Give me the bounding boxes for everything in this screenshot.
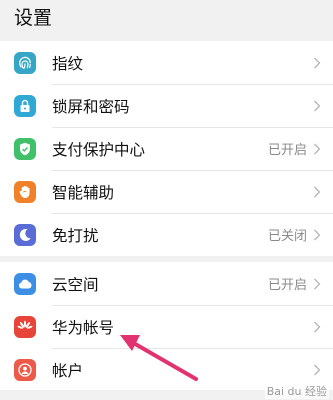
annotation-arrow-icon	[120, 335, 198, 381]
status-text: 已开启	[267, 143, 307, 158]
chevron-right-icon	[314, 186, 321, 197]
shield-check-icon	[14, 137, 36, 160]
settings-item-label: 云空间	[52, 275, 99, 294]
settings-item-label: 指纹	[52, 54, 84, 73]
settings-item-label: 支付保护中心	[52, 140, 146, 159]
fingerprint-icon	[14, 51, 36, 74]
settings-item-label: 免打扰	[52, 226, 99, 245]
page-title: 设置	[14, 6, 53, 29]
chevron-right-icon	[314, 57, 321, 68]
status-text: 已开启	[267, 278, 307, 293]
settings-group-security: 指纹 锁屏和密码 支付保护中心 已开启 智能辅助 免打扰 已关闭	[0, 41, 333, 256]
hand-icon	[14, 180, 36, 203]
chevron-right-icon	[314, 364, 321, 375]
status-text: 已关闭	[267, 229, 307, 244]
huawei-logo-icon	[14, 315, 36, 338]
chevron-right-icon	[314, 321, 321, 332]
settings-item-payment-protection[interactable]: 支付保护中心 已开启	[0, 127, 333, 170]
chevron-right-icon	[314, 278, 321, 289]
lock-icon	[14, 94, 36, 117]
watermark: Bai du 经验	[264, 383, 329, 399]
moon-icon	[14, 223, 36, 246]
cloud-icon	[14, 272, 36, 295]
settings-item-lockscreen[interactable]: 锁屏和密码	[0, 84, 333, 127]
settings-item-label: 智能辅助	[52, 183, 115, 202]
page-header: 设置	[0, 0, 333, 32]
settings-item-label: 锁屏和密码	[52, 97, 130, 116]
settings-item-do-not-disturb[interactable]: 免打扰 已关闭	[0, 213, 333, 256]
settings-item-fingerprint[interactable]: 指纹	[0, 41, 333, 84]
settings-item-cloud[interactable]: 云空间 已开启	[0, 262, 333, 305]
chevron-right-icon	[314, 229, 321, 240]
settings-item-smart-assist[interactable]: 智能辅助	[0, 170, 333, 213]
chevron-right-icon	[314, 143, 321, 154]
account-icon	[14, 358, 36, 381]
chevron-right-icon	[314, 100, 321, 111]
